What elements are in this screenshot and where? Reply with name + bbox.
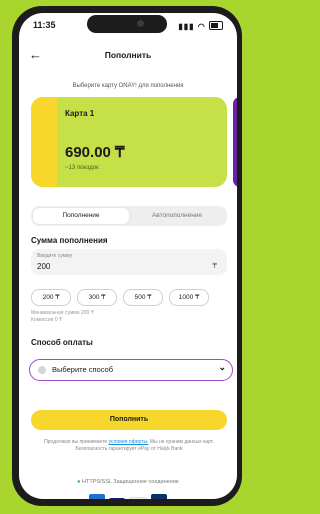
payment-method-select[interactable]: Выберите способ ⌄ <box>29 359 233 381</box>
signal-wifi-battery-icon: ▮▮▮ ◠ <box>178 21 223 31</box>
offer-note-text: Продолжая вы принимаете <box>44 439 108 445</box>
app-screen: 11:35 ▮▮▮ ◠ ← Пополнить Выберите карту O… <box>19 13 237 499</box>
page-title: Пополнить <box>104 50 152 60</box>
payment-logos: VISA ●● <box>19 491 237 499</box>
lock-icon: ● <box>77 479 81 485</box>
radio-icon <box>38 366 46 374</box>
tab-autotopup[interactable]: Автопополнение <box>129 208 225 224</box>
notch <box>87 15 167 33</box>
amount-heading: Сумма пополнения <box>31 236 108 245</box>
amount-chip-500[interactable]: 500 ₸ <box>123 289 163 306</box>
payment-method-placeholder: Выберите способ <box>52 365 114 374</box>
card-stripe <box>31 97 57 187</box>
card-logo-icon <box>89 494 105 499</box>
status-bar: 11:35 ▮▮▮ ◠ <box>19 13 237 39</box>
amount-chip-1000[interactable]: 1000 ₸ <box>169 289 209 306</box>
transport-card[interactable]: Карта 1 690.00 ₸ ~13 поездок <box>31 97 227 187</box>
bank-logo-icon <box>151 494 167 499</box>
min-sum-hint: Минимальная сумма 200 ₸ <box>31 310 94 316</box>
offer-terms-link[interactable]: условия оферты. <box>109 439 149 445</box>
card-name: Карта 1 <box>65 109 95 118</box>
visa-logo-icon: VISA <box>109 498 125 499</box>
topup-button[interactable]: Пополнить <box>31 410 227 430</box>
amount-input[interactable]: Введите сумму 200 ₸ <box>31 249 227 275</box>
camera-icon <box>137 20 144 27</box>
card-trips: ~13 поездок <box>65 165 99 171</box>
status-time: 11:35 <box>33 20 56 30</box>
amount-chip-300[interactable]: 300 ₸ <box>77 289 117 306</box>
payment-heading: Способ оплаты <box>31 338 93 347</box>
tab-topup[interactable]: Пополнение <box>33 208 129 224</box>
commission-hint: Комиссия 0 ₸ <box>31 317 63 323</box>
ssl-notice: ● HTTPS/SSL Защищенное соединение <box>19 479 237 485</box>
header: ← Пополнить <box>19 47 237 67</box>
next-card-peek[interactable] <box>233 97 237 187</box>
amount-value: 200 <box>37 262 51 271</box>
topup-mode-tabs: Пополнение Автопополнение <box>31 206 227 226</box>
battery-icon <box>209 21 223 30</box>
ssl-text: HTTPS/SSL Защищенное соединение <box>82 479 179 485</box>
mastercard-logo-icon: ●● <box>129 497 147 499</box>
amount-currency: ₸ <box>212 263 217 270</box>
card-select-hint: Выберите карту ONAY! для пополнения <box>72 83 184 89</box>
amount-chip-200[interactable]: 200 ₸ <box>31 289 71 306</box>
offer-note: Продолжая вы принимаете условия оферты. … <box>31 439 227 453</box>
card-balance: 690.00 ₸ <box>65 144 125 161</box>
amount-input-label: Введите сумму <box>37 253 73 259</box>
chevron-down-icon: ⌄ <box>218 362 226 372</box>
